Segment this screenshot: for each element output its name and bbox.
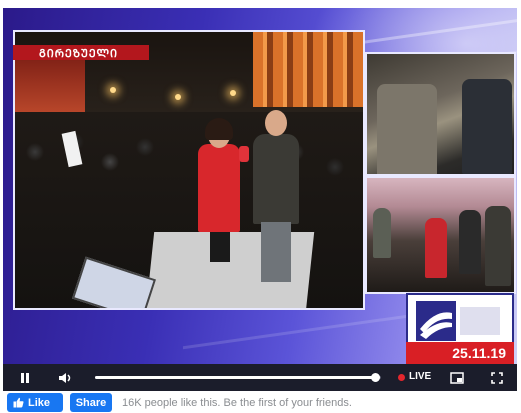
video-player[interactable]: ᲒᲘᲠᲔᲖᲣᲔᲚᲘ 25.11.19 bbox=[3, 8, 517, 364]
station-tag-label: ᲒᲘᲠᲔᲖᲣᲔᲚᲘ bbox=[39, 48, 119, 60]
interviewee-jacket bbox=[253, 134, 299, 224]
facebook-share-button[interactable]: Share bbox=[70, 393, 112, 412]
live-indicator-dot bbox=[398, 374, 405, 381]
thumbs-up-icon bbox=[13, 397, 24, 408]
interviewee-legs bbox=[261, 222, 291, 282]
street-lamp bbox=[230, 90, 236, 96]
picture-in-picture-button[interactable] bbox=[445, 364, 469, 391]
pause-button[interactable] bbox=[13, 364, 37, 391]
inset-crowd-closeup bbox=[365, 52, 516, 176]
date-badge: 25.11.19 bbox=[406, 342, 514, 364]
inset-figure bbox=[462, 79, 512, 174]
reporter-hair bbox=[205, 118, 233, 140]
volume-button[interactable] bbox=[53, 364, 77, 391]
inset-figure bbox=[459, 210, 481, 274]
channel-logo-icon bbox=[416, 301, 500, 341]
facebook-like-label: Like bbox=[28, 396, 51, 409]
facebook-like-bar: Like Share 16K people like this. Be the … bbox=[0, 391, 521, 413]
reporter-legs bbox=[210, 232, 230, 262]
fullscreen-icon bbox=[491, 371, 503, 384]
player-controls: LIVE bbox=[3, 364, 517, 391]
parliament-building bbox=[253, 32, 363, 107]
inset-figure bbox=[373, 208, 391, 258]
station-tag: ᲒᲘᲠᲔᲖᲣᲔᲚᲘ bbox=[13, 45, 149, 60]
street-lamp bbox=[110, 87, 116, 93]
facebook-like-button[interactable]: Like bbox=[7, 393, 63, 412]
volume-icon bbox=[59, 372, 71, 383]
main-live-shot bbox=[13, 30, 365, 310]
progress-bar[interactable] bbox=[95, 373, 381, 382]
street-lamp bbox=[175, 94, 181, 100]
picture-in-picture-icon bbox=[450, 371, 464, 384]
inset-figure bbox=[377, 84, 437, 174]
facebook-social-text: 16K people like this. Be the first of yo… bbox=[122, 397, 352, 409]
inset-figure bbox=[485, 206, 511, 286]
background-stripe bbox=[183, 309, 443, 350]
inset-figure bbox=[425, 218, 447, 278]
fullscreen-button[interactable] bbox=[485, 364, 509, 391]
pause-icon bbox=[21, 372, 29, 383]
inset-street-protest bbox=[365, 176, 516, 294]
progress-fill bbox=[95, 376, 376, 379]
facebook-share-label: Share bbox=[75, 396, 107, 409]
building-left bbox=[15, 52, 85, 112]
channel-logo bbox=[406, 293, 514, 347]
microphone bbox=[239, 146, 249, 162]
interviewee-head bbox=[265, 110, 287, 136]
progress-knob[interactable] bbox=[371, 373, 381, 382]
reporter-red-coat bbox=[198, 144, 240, 232]
live-label[interactable]: LIVE bbox=[409, 371, 431, 382]
